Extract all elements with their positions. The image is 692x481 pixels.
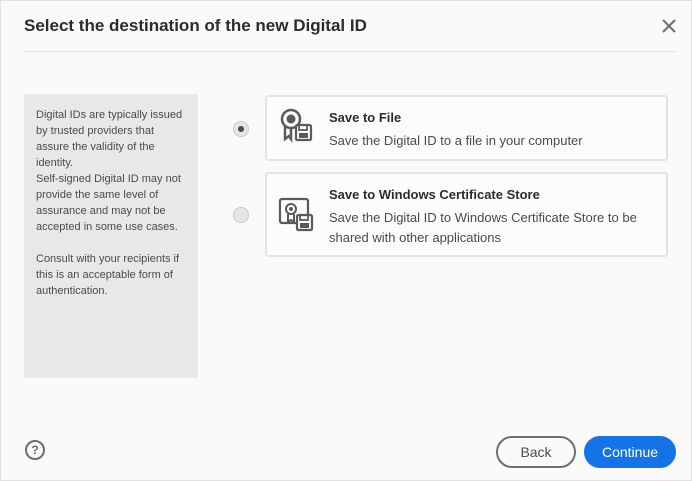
info-paragraph-3: Consult with your recipients if this is … [36,253,180,297]
option-title-save-to-file: Save to File [329,110,402,125]
dialog-title: Select the destination of the new Digita… [24,16,367,35]
help-icon[interactable]: ? [25,440,45,460]
option-save-to-file[interactable]: Save to File Save the Digital ID to a fi… [265,95,668,161]
continue-button[interactable]: Continue [584,436,676,468]
option-desc-save-to-windows-store: Save the Digital ID to Windows Certifica… [329,210,637,245]
certificate-store-icon [278,197,314,232]
digital-id-dialog: Select the destination of the new Digita… [0,0,692,481]
certificate-file-icon [280,108,313,144]
info-paragraph-1: Digital IDs are typically issued by trus… [36,109,183,169]
close-icon[interactable] [660,17,678,35]
radio-save-to-file[interactable] [233,121,249,137]
option-save-to-windows-store[interactable]: Save to Windows Certificate Store Save t… [265,172,668,257]
info-panel: Digital IDs are typically issued by trus… [24,94,198,378]
back-button[interactable]: Back [496,436,576,468]
option-title-save-to-windows-store: Save to Windows Certificate Store [329,187,540,202]
radio-save-to-windows-store[interactable] [233,207,249,223]
info-paragraph-2: Self-signed Digital ID may not provide t… [36,173,181,233]
title-divider [24,51,676,52]
option-desc-save-to-file: Save the Digital ID to a file in your co… [329,133,583,148]
